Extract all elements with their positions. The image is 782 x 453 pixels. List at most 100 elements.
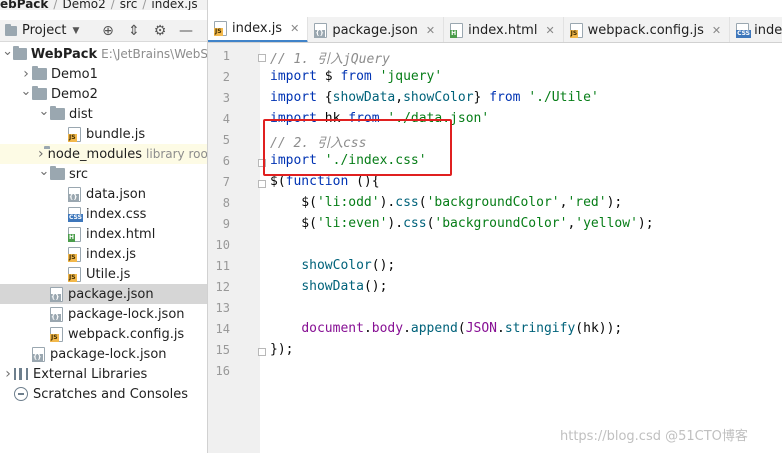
library-icon xyxy=(14,368,28,380)
minimize-icon[interactable]: — xyxy=(178,23,194,39)
code-line: import hk from './data.json' xyxy=(270,111,490,126)
code-line: $('li:even').css('backgroundColor','yell… xyxy=(270,216,654,231)
tree-item[interactable]: › node_modules library root xyxy=(0,144,208,164)
collapse-all-icon[interactable]: ⇕ xyxy=(126,23,142,39)
tree-item[interactable]: Hindex.html xyxy=(0,224,208,244)
breadcrumb-item-indexjs[interactable]: index.js xyxy=(151,0,197,10)
tree-item[interactable]: ⌄ dist xyxy=(0,104,208,124)
line-number: 11 xyxy=(215,259,230,273)
tab-webpack-config-js[interactable]: JS webpack.config.js ✕ xyxy=(564,17,731,42)
js-file-icon: JS xyxy=(68,126,81,142)
chevron-down-icon[interactable]: ⌄ xyxy=(38,104,50,119)
chevron-right-icon[interactable]: › xyxy=(38,146,44,162)
project-panel-header: Project ▼ ⊕ ⇕ ⚙ — xyxy=(0,20,208,42)
editor-tabs: JS index.js ✕{} package.json ✕ Hindex.html ✕ JS… xyxy=(208,17,782,43)
chevron-right-icon[interactable]: › xyxy=(2,366,14,382)
tree-item[interactable]: Scratches and Consoles xyxy=(0,384,208,404)
line-number: 15 xyxy=(215,343,230,357)
breadcrumb-item-demo2[interactable]: Demo2 xyxy=(62,0,105,10)
project-tree: ⌄ WebPack E:\JetBrains\WebS › Demo1 ⌄ Demo2 ⌄ di… xyxy=(0,44,208,453)
js-file-icon: JS xyxy=(68,246,81,262)
tree-item-label: Utile.js xyxy=(86,266,131,282)
folder-icon xyxy=(32,66,47,80)
tree-item-label: package.json xyxy=(68,286,154,302)
tree-item[interactable]: {} package-lock.json xyxy=(0,304,208,324)
code-line: document.body.append(JSON.stringify(hk))… xyxy=(301,321,623,336)
json-file-icon: {} xyxy=(50,286,63,302)
tab-label: index.html xyxy=(468,22,538,38)
tab-index-html[interactable]: Hindex.html ✕ xyxy=(444,17,564,42)
gear-icon[interactable]: ⚙ xyxy=(152,23,168,39)
css-file-icon: CSS xyxy=(736,22,751,38)
line-number: 7 xyxy=(222,175,230,189)
line-number: 14 xyxy=(215,322,230,336)
code-editor[interactable]: 1 // 1. 引入jQuery 2 import $ from 'jquery' 3 i… xyxy=(208,43,782,453)
breadcrumb-separator: / xyxy=(110,0,115,10)
fold-marker-icon[interactable] xyxy=(258,54,266,62)
js-file-icon: JS xyxy=(214,21,227,36)
fold-marker-icon[interactable] xyxy=(258,180,266,188)
chevron-down-icon: ▼ xyxy=(72,25,80,36)
line-number: 10 xyxy=(215,238,230,252)
line-number: 4 xyxy=(222,112,230,126)
tree-item[interactable]: JS webpack.config.js xyxy=(0,324,208,344)
json-file-icon: {} xyxy=(32,346,45,362)
code-line: // 2. 引入css xyxy=(270,136,367,151)
close-icon[interactable]: ✕ xyxy=(426,24,435,37)
chevron-down-icon[interactable]: ⌄ xyxy=(2,44,13,59)
json-file-icon: {} xyxy=(314,22,328,38)
breadcrumb-item-src[interactable]: src xyxy=(120,0,138,10)
locate-icon[interactable]: ⊕ xyxy=(100,23,116,39)
breadcrumb-item-webpack[interactable]: ebPack xyxy=(0,0,48,10)
tree-item-label: Scratches and Consoles xyxy=(33,386,189,402)
project-view-selector[interactable]: Project ▼ xyxy=(3,23,79,38)
close-icon[interactable]: ✕ xyxy=(290,22,299,35)
close-icon[interactable]: ✕ xyxy=(712,24,721,37)
code-line: $('li:odd').css('backgroundColor','red')… xyxy=(270,195,623,210)
tree-item[interactable]: › External Libraries xyxy=(0,364,208,384)
tree-item-label: index.js xyxy=(86,246,137,262)
tab-label: package.json xyxy=(332,22,418,38)
tree-item[interactable]: ⌄ Demo2 xyxy=(0,84,208,104)
chevron-down-icon[interactable]: ⌄ xyxy=(38,164,50,179)
chevron-down-icon[interactable]: ⌄ xyxy=(20,84,32,99)
watermark: https://blog.csd @51CTO博客 xyxy=(560,429,748,444)
fold-marker-icon[interactable] xyxy=(258,348,266,356)
line-number: 13 xyxy=(215,301,230,315)
tab-index-js[interactable]: JS index.js ✕ xyxy=(208,17,309,42)
tree-item[interactable]: CSS index.css xyxy=(0,204,208,224)
code-line: showData(); xyxy=(301,279,388,294)
tab-label: index.css xyxy=(754,22,782,38)
chevron-right-icon[interactable]: › xyxy=(20,66,32,82)
tree-item[interactable]: ⌄ WebPack E:\JetBrains\WebS xyxy=(0,44,208,64)
scratches-icon xyxy=(14,387,28,401)
tree-item[interactable]: JS index.js xyxy=(0,244,208,264)
code-line: showColor(); xyxy=(301,258,396,273)
tree-item[interactable]: {} package.json xyxy=(0,284,208,304)
fold-marker-icon[interactable] xyxy=(258,159,266,167)
tree-item-label: External Libraries xyxy=(33,366,148,382)
breadcrumb-separator: / xyxy=(142,0,147,10)
tree-item-label: Demo2 xyxy=(51,86,98,102)
tree-item[interactable]: {} data.json xyxy=(0,184,208,204)
tree-item-label: Demo1 xyxy=(51,66,98,82)
code-line: import $ from 'jquery' xyxy=(270,69,443,84)
tab-label: index.js xyxy=(232,21,283,36)
tree-item[interactable]: JS bundle.js xyxy=(0,124,208,144)
tree-item[interactable]: › Demo1 xyxy=(0,64,208,84)
code-line: import {showData,showColor} from './Util… xyxy=(270,90,599,105)
folder-icon xyxy=(50,166,65,180)
tree-item-hint: E:\JetBrains\WebS xyxy=(101,47,208,61)
tab-index-css[interactable]: CSSindex.css✕ xyxy=(730,17,782,42)
tree-item[interactable]: ⌄ src xyxy=(0,164,208,184)
code-line: import './index.css' xyxy=(270,153,427,168)
tab-package-json[interactable]: {} package.json ✕ xyxy=(308,17,445,42)
code-line: $(function (){ xyxy=(270,174,380,189)
line-number: 16 xyxy=(215,364,230,378)
css-file-icon: CSS xyxy=(68,206,83,222)
json-file-icon: {} xyxy=(50,306,63,322)
close-icon[interactable]: ✕ xyxy=(545,24,554,37)
tree-item[interactable]: {} package-lock.json xyxy=(0,344,208,364)
tree-item[interactable]: JS Utile.js xyxy=(0,264,208,284)
tree-item-label: src xyxy=(69,166,88,182)
